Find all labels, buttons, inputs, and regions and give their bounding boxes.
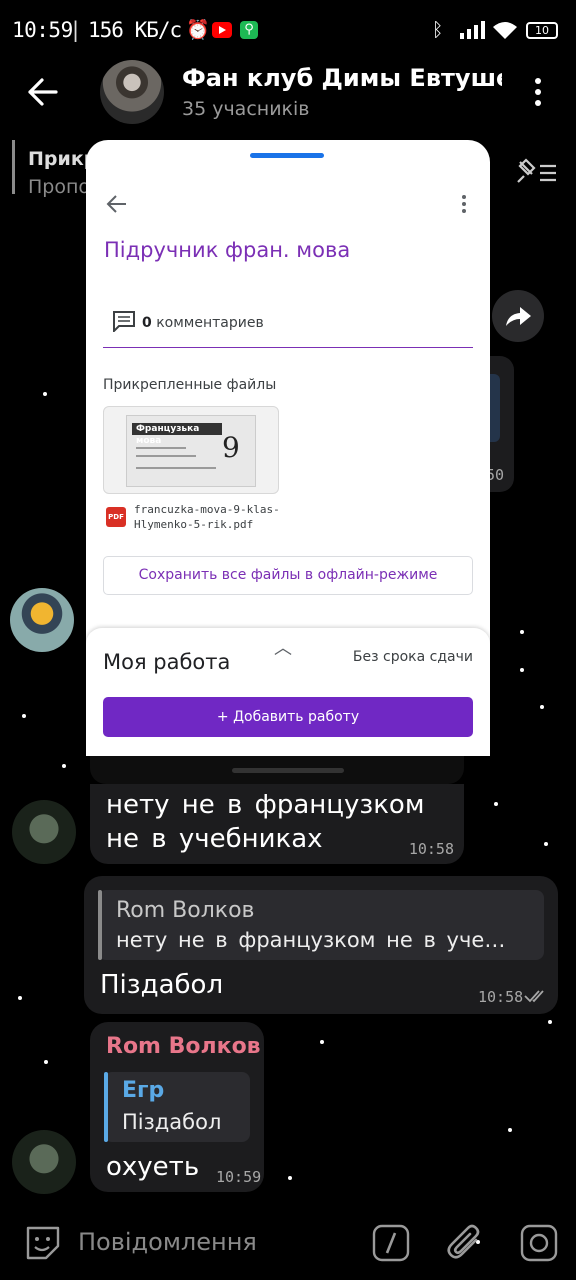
card-back-icon <box>106 195 126 213</box>
avatar[interactable] <box>12 800 76 864</box>
wifi-icon <box>493 22 517 39</box>
message-input[interactable]: Повідомлення <box>78 1228 257 1256</box>
add-work-label: Добавить работу <box>233 709 360 725</box>
chevron-up-icon: ︿ <box>274 638 292 659</box>
alarm-icon: ⏰ <box>186 19 210 41</box>
status-speed: 156 КБ/с <box>88 18 182 42</box>
photo-bubble-bottom <box>90 756 464 784</box>
star <box>320 1040 324 1044</box>
reply-quote[interactable]: Rom Волков нету не в французком не в уче… <box>98 890 544 960</box>
reply-author: Rom Волков <box>116 898 255 923</box>
star <box>43 392 47 396</box>
reply-quote[interactable]: Егр Піздабол <box>104 1072 250 1142</box>
my-work-sheet: ︿ Моя работа Без срока сдачи + Добавить … <box>86 628 490 756</box>
more-vert-icon[interactable] <box>532 76 544 108</box>
battery-icon: 10 <box>526 22 558 39</box>
pinned-indicator <box>12 140 15 194</box>
photo-scroll-handle <box>232 768 344 773</box>
star <box>540 705 544 709</box>
message-time: 10:59 <box>216 1168 262 1186</box>
file-name: francuzka-mova-9-klas-Hlymenko-5-rik.pdf <box>134 503 280 531</box>
comments-label: 0 комментариев <box>142 315 264 331</box>
thumb-caption: Французька мова <box>132 423 222 446</box>
bluetooth-icon: ᛒ <box>432 19 444 41</box>
status-separator: | <box>72 18 80 42</box>
walk-icon: ⚲ <box>240 21 258 39</box>
star <box>18 996 22 1000</box>
drag-handle <box>250 153 324 158</box>
thumb-grade: 9 <box>222 431 240 464</box>
star <box>544 842 548 846</box>
due-label: Без срока сдачи <box>352 649 473 665</box>
attached-files-label: Прикрепленные файлы <box>103 377 277 393</box>
pin-list-icon[interactable] <box>516 158 558 186</box>
double-check-icon <box>524 990 544 1003</box>
signal-icon <box>460 21 485 39</box>
comments-divider <box>103 347 473 348</box>
group-avatar[interactable] <box>100 60 164 124</box>
share-button[interactable] <box>492 290 544 342</box>
pdf-icon: PDF <box>106 507 126 527</box>
comments-text: комментариев <box>156 315 264 331</box>
reply-text: Піздабол <box>122 1110 222 1134</box>
message-bubble[interactable]: Rom Волков нету не в французком не в уче… <box>84 876 558 1014</box>
star <box>288 1176 292 1180</box>
status-bar: 10:59 | 156 КБ/с ⏰ ⚲ ᛒ 10 <box>0 0 576 62</box>
comments-count: 0 <box>142 315 152 331</box>
message-text: охуеть <box>106 1152 200 1182</box>
card-more-icon <box>462 195 466 213</box>
status-time: 10:59 <box>12 18 73 42</box>
message-time: 10:58 <box>408 840 454 858</box>
comment-icon <box>113 311 135 332</box>
chat-subtitle: 35 учасників <box>182 98 310 120</box>
reply-author: Егр <box>122 1078 165 1103</box>
message-text: Піздабол <box>100 970 224 1000</box>
star <box>520 630 524 634</box>
youtube-icon <box>212 22 232 38</box>
file-thumbnail: Французька мова 9 <box>103 406 279 494</box>
my-work-label: Моя работа <box>103 650 231 674</box>
star <box>520 668 524 672</box>
assignment-title: Підручник фран. мова <box>104 238 351 262</box>
back-arrow-icon[interactable] <box>26 76 58 108</box>
star <box>508 1128 512 1132</box>
star <box>22 714 26 718</box>
chat-title[interactable]: Фан клуб Димы Евтушенко <box>182 64 502 92</box>
attach-icon[interactable] <box>446 1222 484 1264</box>
plus-icon: + <box>216 709 234 725</box>
avatar[interactable] <box>12 1130 76 1194</box>
emoji-icon[interactable] <box>24 1224 62 1262</box>
classroom-photo[interactable]: Підручник фран. мова 0 комментариев Прик… <box>86 140 490 756</box>
message-text: нету не в французком не в учебниках <box>106 790 425 854</box>
message-bubble[interactable]: нету не в французком не в учебниках 10:5… <box>90 784 464 864</box>
message-author[interactable]: Rom Волков <box>106 1034 261 1059</box>
message-time: 10:58 <box>478 988 524 1006</box>
pinned-subtitle[interactable]: Пропо <box>28 176 90 198</box>
star <box>494 802 498 806</box>
bot-command-icon[interactable] <box>372 1224 410 1262</box>
star <box>44 1060 48 1064</box>
camera-icon[interactable] <box>520 1224 558 1262</box>
star <box>548 1020 552 1024</box>
save-offline-button: Сохранить все файлы в офлайн-режиме <box>103 556 473 595</box>
avatar[interactable] <box>10 588 74 652</box>
star <box>62 764 66 768</box>
reply-text: нету не в французком не в уче… <box>116 928 506 952</box>
share-arrow-icon <box>506 307 531 326</box>
add-work-button: + Добавить работу <box>103 697 473 737</box>
message-bubble[interactable]: Rom Волков Егр Піздабол охуеть 10:59 <box>90 1022 264 1192</box>
